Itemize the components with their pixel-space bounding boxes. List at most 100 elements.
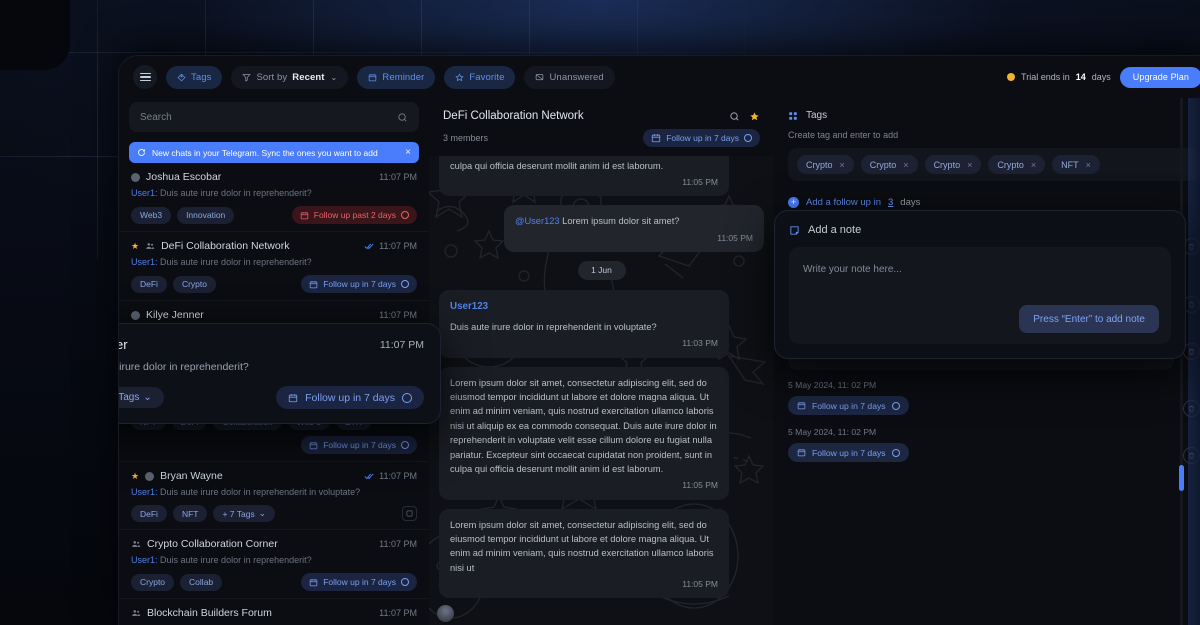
calendar-icon	[300, 211, 309, 220]
app-window: Tags Sort by Recent ⌄ Reminder Favorite …	[118, 55, 1200, 625]
note-button[interactable]	[402, 506, 417, 521]
chat-messages-area[interactable]: ad minim veniam, quis nostrud exercitati…	[429, 156, 774, 625]
tag-chip[interactable]: Crypto	[131, 574, 174, 591]
followup-chip[interactable]: Follow up in 7 days	[301, 436, 417, 454]
star-icon[interactable]	[749, 111, 760, 122]
filter-unanswered-button[interactable]: Unanswered	[524, 66, 614, 89]
chat-followup-chip[interactable]: Follow up in 7 days	[643, 129, 760, 147]
calendar-icon	[309, 578, 318, 587]
add-note-card: Add a note Write your note here... Press…	[774, 210, 1186, 359]
chat-item-name: DeFi Collaboration Network	[161, 240, 289, 252]
remove-tag-icon[interactable]: ×	[1086, 160, 1091, 170]
tag-chip[interactable]: NFT×	[1052, 155, 1100, 174]
floating-chat-card[interactable]: Kilye Jenner 11:07 PM User1: Duis aute i…	[118, 323, 441, 424]
search-input[interactable]: Search	[129, 102, 419, 132]
scrollbar-thumb[interactable]	[1179, 465, 1184, 491]
chat-item-preview-user: User1:	[131, 487, 158, 497]
filter-unanswered-label: Unanswered	[549, 72, 603, 83]
followup-chip[interactable]: Follow up in 7 days	[301, 275, 417, 293]
chat-item-preview: User1: Duis aute irure dolor in reprehen…	[131, 257, 417, 267]
more-tags-chip[interactable]: + 3 Tags ⌄	[118, 387, 164, 408]
tag-chip[interactable]: NFT	[173, 505, 208, 522]
chat-list-item[interactable]: ★Bryan Wayne11:07 PMUser1: Duis aute iru…	[119, 462, 429, 530]
message-bubble[interactable]: User123Duis aute irure dolor in reprehen…	[439, 290, 729, 358]
tag-chip[interactable]: Collab	[180, 574, 222, 591]
more-tags-chip[interactable]: + 7 Tags ⌄	[213, 505, 274, 522]
calendar-icon	[309, 441, 318, 450]
grid-icon	[788, 111, 798, 121]
scrollbar-track[interactable]	[1180, 98, 1183, 625]
chat-item-preview: User1: Duis aute irure dolor in reprehen…	[131, 487, 417, 497]
tag-chip[interactable]: Crypto	[173, 276, 216, 293]
tag-chip[interactable]: DeFi	[131, 276, 167, 293]
calendar-icon	[368, 73, 377, 82]
tag-label: Crypto	[806, 160, 833, 170]
chat-list-item[interactable]: Crypto Collaboration Corner11:07 PMUser1…	[119, 530, 429, 599]
group-icon	[131, 608, 141, 618]
telegram-sync-banner[interactable]: New chats in your Telegram. Sync the one…	[129, 142, 419, 163]
message-bubble[interactable]: Lorem ipsum dolor sit amet, consectetur …	[439, 509, 729, 599]
remove-tag-icon[interactable]: ×	[1031, 160, 1036, 170]
add-note-button[interactable]: Press “Enter” to add note	[1019, 305, 1159, 333]
trial-suffix: days	[1092, 72, 1111, 82]
close-icon[interactable]: ×	[405, 147, 411, 158]
message-mention[interactable]: @User123	[515, 216, 560, 226]
tag-chip[interactable]: Innovation	[177, 207, 234, 224]
sort-by-label: Sort by	[256, 72, 287, 83]
message-bubble[interactable]: @User123 Lorem ipsum dolor sit amet?11:0…	[504, 205, 764, 252]
message-bubble[interactable]: ad minim veniam, quis nostrud exercitati…	[439, 156, 729, 196]
chat-item-tags: DeFi NFT + 7 Tags ⌄	[131, 505, 417, 522]
tag-chip[interactable]: Web3	[131, 207, 171, 224]
filter-reminder-button[interactable]: Reminder	[357, 66, 435, 89]
chat-followup-label: Follow up in 7 days	[666, 133, 739, 143]
filter-tags-button[interactable]: Tags	[166, 66, 222, 89]
followup-chip[interactable]: Follow up in 7 days	[276, 386, 424, 409]
search-placeholder: Search	[140, 112, 397, 123]
chat-item-tags: DeFi Crypto Follow up in 7 days	[131, 275, 417, 293]
chat-list-item[interactable]: Blockchain Builders Forum11:07 PMUser1: …	[119, 599, 429, 625]
remove-tag-icon[interactable]: ×	[903, 160, 908, 170]
status-ring-icon	[401, 211, 409, 219]
floating-card-header: Kilye Jenner 11:07 PM	[118, 337, 424, 352]
note-date: 5 May 2024, 11: 02 PM	[788, 380, 1200, 390]
tag-chip[interactable]: Crypto ×	[797, 155, 854, 174]
followup-chip[interactable]: Follow up past 2 days	[292, 206, 417, 224]
message-list: ad minim veniam, quis nostrud exercitati…	[429, 156, 774, 625]
note-followup-label: Follow up in 7 days	[812, 401, 886, 411]
search-icon[interactable]	[729, 111, 740, 122]
filter-icon	[242, 73, 251, 82]
search-icon	[397, 112, 408, 123]
note-row: Follow up in 7 days	[788, 443, 1200, 464]
tag-chip[interactable]: Crypto×	[925, 155, 982, 174]
note-textarea[interactable]: Write your note here... Press “Enter” to…	[789, 247, 1171, 344]
remove-tag-icon[interactable]: ×	[840, 160, 845, 170]
tag-chip[interactable]: Crypto×	[988, 155, 1045, 174]
note-followup-chip[interactable]: Follow up in 7 days	[788, 443, 909, 462]
message-bubble[interactable]: Lorem ipsum dolor sit amet, consectetur …	[439, 367, 729, 500]
main-columns: Search New chats in your Telegram. Sync …	[119, 98, 1200, 625]
followup-chip[interactable]: Follow up in 7 days	[301, 573, 417, 591]
hamburger-menu-button[interactable]	[133, 65, 157, 89]
sort-by-dropdown[interactable]: Sort by Recent ⌄	[231, 66, 348, 89]
chat-title-row: DeFi Collaboration Network	[443, 110, 760, 122]
tag-chip[interactable]: Crypto×	[861, 155, 918, 174]
avatar	[131, 311, 140, 320]
chat-list-item[interactable]: Joshua Escobar11:07 PMUser1: Duis aute i…	[119, 163, 429, 232]
status-ring-icon	[401, 280, 409, 288]
trial-dot-icon	[1007, 73, 1015, 81]
floating-card-preview: User1: Duis aute irure dolor in reprehen…	[118, 361, 424, 373]
chat-list-item[interactable]: ★DeFi Collaboration Network11:07 PMUser1…	[119, 232, 429, 301]
remove-tag-icon[interactable]: ×	[967, 160, 972, 170]
note-followup-chip[interactable]: Follow up in 7 days	[788, 396, 909, 415]
tag-input-box[interactable]: Crypto×Crypto×Crypto×Crypto×NFT×	[788, 148, 1200, 181]
add-followup-row[interactable]: + Add a follow up in 3 days	[788, 197, 1200, 208]
chat-header: DeFi Collaboration Network 3 members Fol…	[429, 98, 774, 156]
message-sender: User123	[450, 299, 718, 314]
add-followup-days[interactable]: 3	[888, 197, 893, 208]
tag-chip[interactable]: DeFi	[131, 505, 167, 522]
message-text: Lorem ipsum dolor sit amet?	[562, 216, 679, 226]
filter-favorite-button[interactable]: Favorite	[444, 66, 515, 89]
chat-item-tags: Web3 Innovation Follow up past 2 days	[131, 206, 417, 224]
followup-label: Follow up in 7 days	[323, 577, 396, 587]
upgrade-plan-button[interactable]: Upgrade Plan	[1120, 67, 1200, 88]
